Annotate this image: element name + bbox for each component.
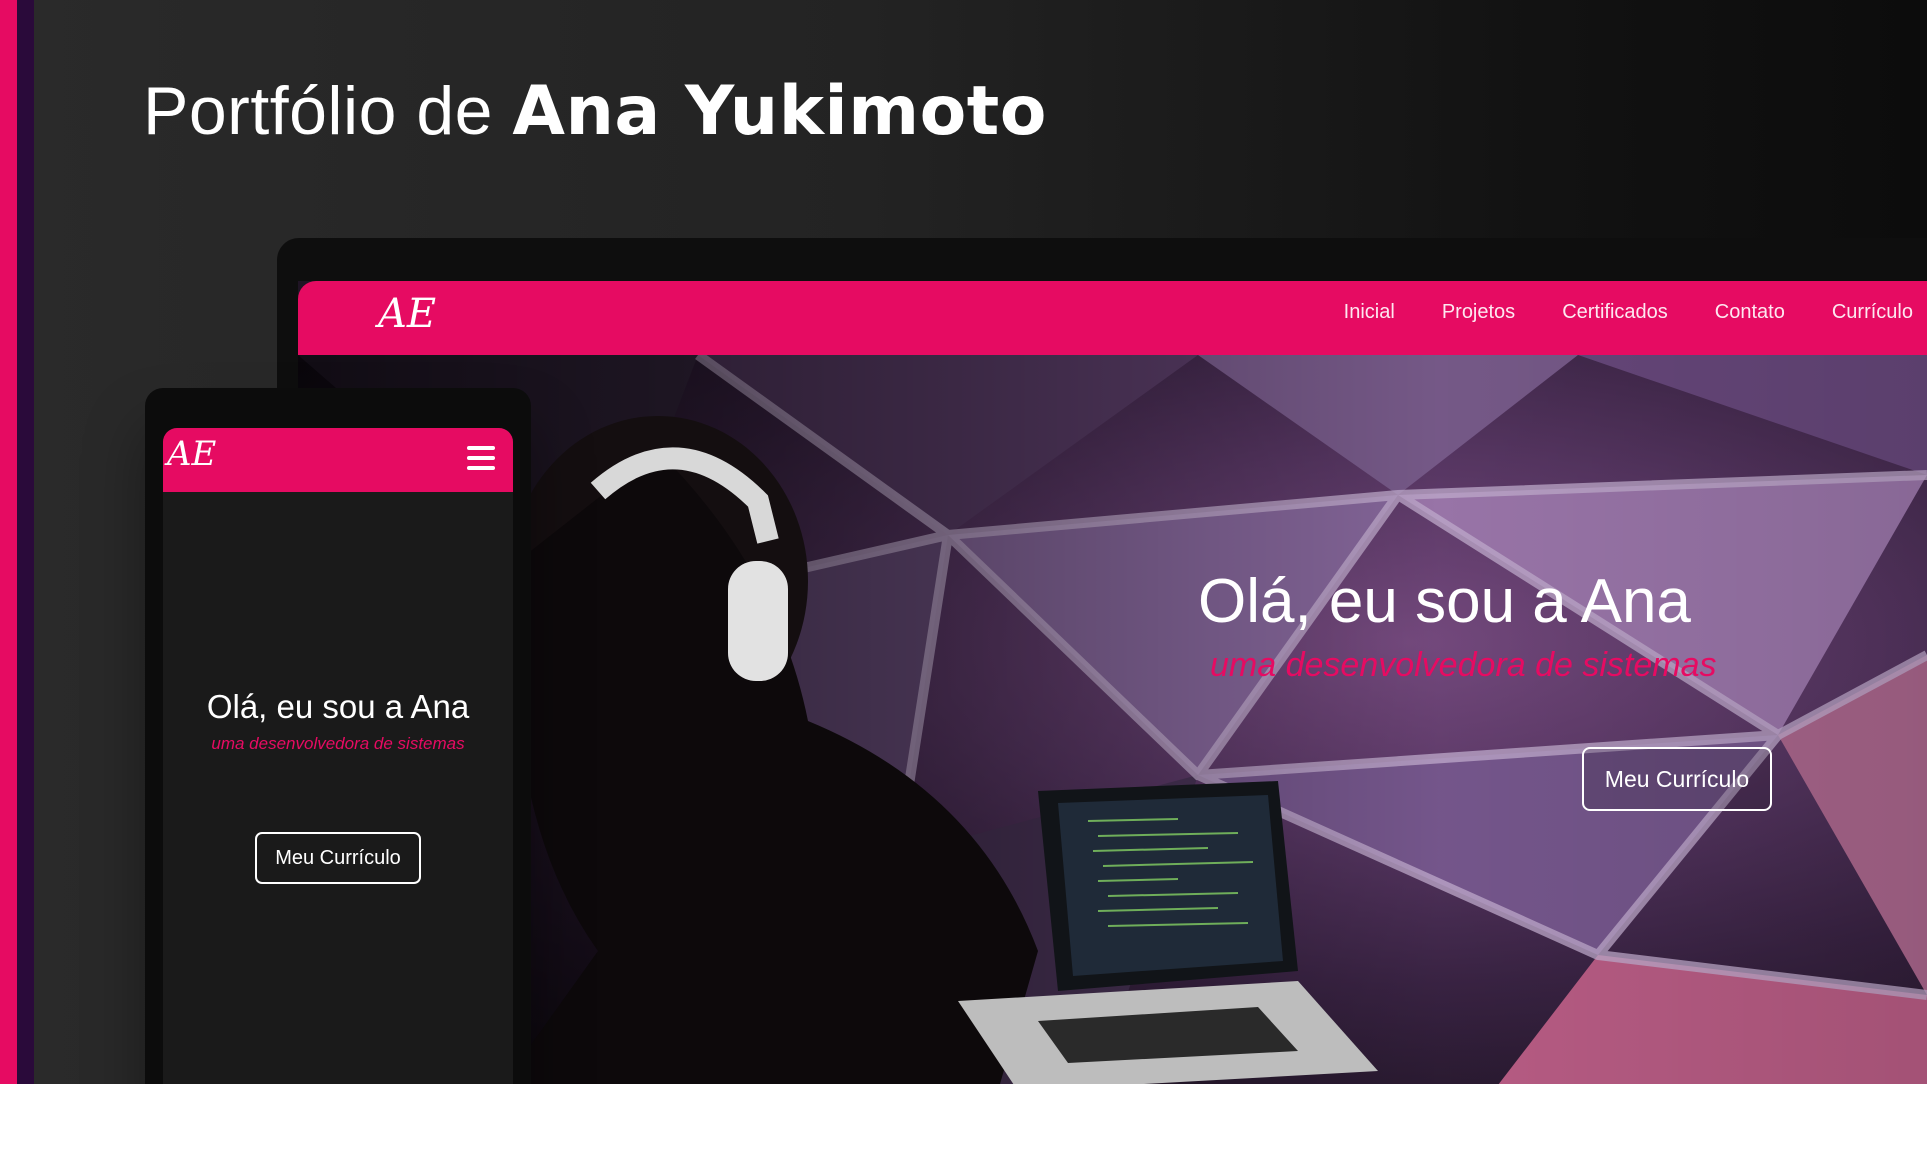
resume-button[interactable]: Meu Currículo	[1582, 747, 1772, 811]
nav-item-certificados[interactable]: Certificados	[1562, 301, 1668, 324]
mobile-hero-subtitle: uma desenvolvedora de sistemas	[211, 734, 465, 753]
hero-subtitle: uma desenvolvedora de sistemas	[1210, 646, 1717, 684]
title-name: Ana Yukimoto	[512, 72, 1048, 151]
mobile-hero-title: Olá, eu sou a Ana	[206, 688, 470, 725]
site-logo[interactable]: AE	[378, 291, 436, 337]
nav-item-contato[interactable]: Contato	[1715, 301, 1785, 324]
title-prefix: Portfólio de	[143, 73, 513, 149]
nav-item-inicial[interactable]: Inicial	[1344, 301, 1395, 324]
accent-stripe	[0, 0, 17, 1084]
hero-title: Olá, eu sou a Ana	[1198, 567, 1691, 636]
hamburger-menu-icon[interactable]	[467, 446, 495, 472]
portfolio-banner: Portfólio de Ana Yukimoto AE Inicial Pro…	[0, 0, 1927, 1084]
page-title: Portfólio de Ana Yukimoto	[143, 72, 1047, 151]
mobile-resume-button[interactable]: Meu Currículo	[255, 832, 421, 884]
accent-stripe-dark	[17, 0, 34, 1084]
hero-person-illustration	[503, 416, 1378, 1084]
desktop-screen: AE Inicial Projetos Certificados Contato…	[298, 281, 1927, 1084]
nav-item-projetos[interactable]: Projetos	[1442, 301, 1515, 324]
desktop-nav-menu: Inicial Projetos Certificados Contato Cu…	[1344, 301, 1913, 324]
nav-item-curriculo[interactable]: Currículo	[1832, 301, 1913, 324]
mobile-navbar: AE	[163, 428, 513, 492]
mobile-screen: AE Olá, eu sou a Ana uma desenvolvedora …	[163, 428, 513, 1084]
desktop-navbar: AE Inicial Projetos Certificados Contato…	[298, 281, 1927, 355]
site-logo-mobile[interactable]: AE	[167, 434, 216, 474]
